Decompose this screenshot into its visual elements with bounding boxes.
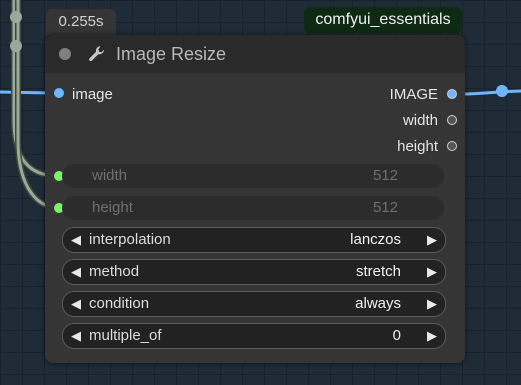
decrement-arrow-icon[interactable]: ◀	[71, 324, 81, 348]
widget-value: 512	[372, 167, 398, 184]
interpolation-combo[interactable]: ◀ interpolation lanczos ▶	[62, 227, 446, 253]
widget-value[interactable]: always	[355, 292, 401, 316]
node-title: Image Resize	[116, 44, 227, 64]
width-widget-disabled: width 512	[62, 164, 444, 188]
increment-arrow-icon[interactable]: ▶	[427, 324, 437, 348]
height-widget-disabled: height 512	[62, 196, 444, 220]
collapse-dot-icon[interactable]	[59, 48, 71, 60]
widget-label: condition	[89, 295, 150, 312]
condition-combo[interactable]: ◀ condition always ▶	[62, 291, 446, 317]
link-reroute-dot[interactable]	[496, 85, 508, 97]
image-resize-node[interactable]: Image Resize image IMAGE width height wi…	[45, 35, 465, 363]
image-output-link[interactable]	[461, 89, 521, 96]
increment-arrow-icon[interactable]: ▶	[427, 292, 437, 316]
decrement-arrow-icon[interactable]: ◀	[71, 228, 81, 252]
node-titlebar[interactable]: Image Resize	[45, 35, 465, 73]
image-input-label: image	[72, 86, 113, 103]
decrement-arrow-icon[interactable]: ◀	[71, 260, 81, 284]
width-output-slot[interactable]	[447, 115, 457, 125]
widget-label: height	[92, 199, 133, 216]
execution-time-label: 0.255s	[46, 9, 116, 35]
node-source-badge: comfyui_essentials	[304, 7, 462, 33]
widget-value[interactable]: stretch	[356, 260, 401, 284]
increment-arrow-icon[interactable]: ▶	[427, 260, 437, 284]
image-output-slot[interactable]	[447, 89, 457, 99]
link-reroute-dot[interactable]	[10, 11, 22, 23]
method-combo[interactable]: ◀ method stretch ▶	[62, 259, 446, 285]
multiple-of-number-widget[interactable]: ◀ multiple_of 0 ▶	[62, 323, 446, 349]
image-input-slot[interactable]	[54, 88, 64, 98]
widget-value[interactable]: lanczos	[350, 228, 401, 252]
widget-label: width	[92, 167, 128, 184]
height-output-label: height	[397, 138, 438, 155]
widget-value[interactable]: 0	[393, 324, 401, 348]
height-output-slot[interactable]	[447, 141, 457, 151]
decrement-arrow-icon[interactable]: ◀	[71, 292, 81, 316]
increment-arrow-icon[interactable]: ▶	[427, 228, 437, 252]
image-output-label: IMAGE	[389, 86, 438, 103]
widget-label: method	[89, 263, 140, 280]
link-reroute-dot[interactable]	[10, 40, 22, 52]
widget-label: multiple_of	[89, 327, 162, 344]
image-input-link[interactable]	[0, 90, 51, 95]
wrench-icon	[89, 46, 105, 62]
widget-label: interpolation	[89, 231, 171, 248]
widget-value: 512	[372, 199, 398, 216]
width-output-label: width	[402, 112, 438, 129]
